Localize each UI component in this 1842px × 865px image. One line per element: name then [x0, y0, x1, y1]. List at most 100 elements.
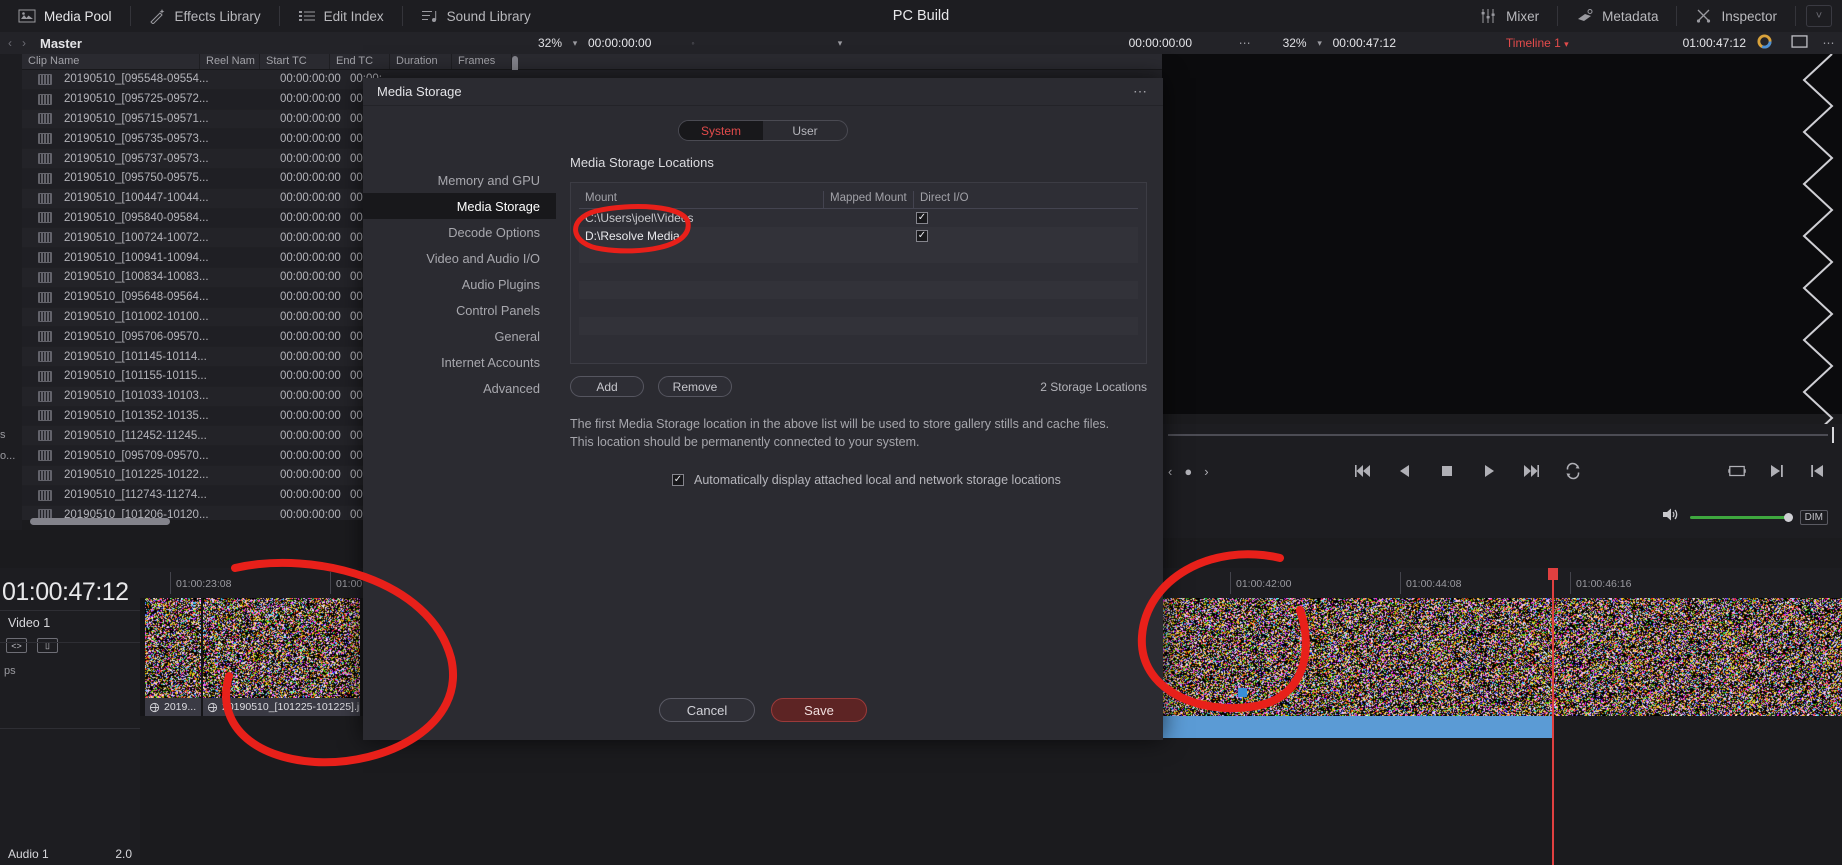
chevron-right-icon[interactable]: ›	[22, 36, 26, 50]
link-clips-icon[interactable]: <>	[6, 638, 27, 653]
jump-to-end-icon[interactable]	[1522, 462, 1540, 480]
column-header-duration[interactable]: Duration	[390, 54, 452, 69]
timeline-name[interactable]: Timeline 1 ▾	[1429, 36, 1646, 50]
fullscreen-icon[interactable]	[1782, 35, 1816, 51]
speaker-icon[interactable]	[1662, 507, 1680, 527]
timeline-timecode-right[interactable]: 01:00:47:12	[1646, 36, 1746, 50]
cell-start-tc: 00:00:00:00	[280, 330, 341, 343]
remove-storage-button[interactable]: Remove	[658, 376, 732, 397]
timeline-clip[interactable]: 2019...	[145, 598, 201, 716]
marker-dot-icon[interactable]: ●	[1184, 464, 1192, 479]
chevron-right-icon[interactable]: ›	[1204, 464, 1208, 479]
timeline-name-label: Timeline 1	[1505, 36, 1561, 50]
play-icon[interactable]	[1480, 462, 1498, 480]
filmstrip-icon[interactable]: ▯	[37, 638, 58, 653]
nav-item-audio-plugins[interactable]: Audio Plugins	[363, 271, 556, 297]
color-wheel-icon[interactable]	[1746, 34, 1782, 52]
timeline-viewer[interactable]	[1162, 54, 1842, 497]
storage-locations-table[interactable]: Mount Mapped Mount Direct I/O C:\Users\j…	[570, 182, 1147, 364]
timeline-timecode[interactable]: 00:00:47:12	[1333, 36, 1429, 50]
nav-item-video-and-audio-io[interactable]: Video and Audio I/O	[363, 245, 556, 271]
table-row-empty	[579, 299, 1138, 317]
media-storage-dialog[interactable]: Media Storage ⋯ System User Memory and G…	[363, 78, 1163, 740]
cell-start-tc: 00:00:00:00	[280, 172, 341, 185]
cell-start-tc: 00:00:00:00	[280, 390, 341, 403]
filmstrip-icon	[38, 410, 52, 422]
save-button[interactable]: Save	[771, 698, 867, 722]
ellipsis-icon[interactable]: ⋯	[1133, 83, 1149, 100]
timeline-playhead-flag[interactable]	[1548, 568, 1558, 580]
source-clip-dropdown[interactable]: ▾	[706, 38, 974, 49]
filmstrip-icon	[38, 172, 52, 184]
next-clip-icon[interactable]	[1768, 462, 1786, 480]
ellipsis-icon[interactable]: ⋯	[1229, 36, 1263, 50]
auto-display-checkbox[interactable]: ✓	[672, 474, 684, 487]
direct-io-checkbox[interactable]: ✓	[916, 212, 928, 224]
column-header-direct-io[interactable]: Direct I/O	[914, 191, 1138, 208]
fit-screen-icon[interactable]	[1728, 462, 1746, 480]
chevron-left-icon[interactable]: ‹	[1168, 464, 1172, 479]
prev-clip-icon[interactable]	[1808, 462, 1826, 480]
timeline-playhead[interactable]	[1552, 568, 1554, 865]
nav-item-control-panels[interactable]: Control Panels	[363, 297, 556, 323]
chevron-left-icon[interactable]: ‹	[8, 36, 12, 50]
timeline-clip[interactable]	[1162, 598, 1842, 716]
timeline-keyframe-marker[interactable]	[1238, 688, 1247, 697]
ellipsis-icon[interactable]: ⋯	[1816, 36, 1842, 50]
column-header-frames[interactable]: Frames	[452, 54, 512, 69]
volume-slider-knob[interactable]	[1783, 512, 1793, 522]
dialog-titlebar: Media Storage ⋯	[363, 78, 1163, 106]
cell-clip-name: 20190510_[112452-11245...	[64, 429, 207, 442]
table-row[interactable]: C:\Users\joel\Videos ✓	[579, 209, 1138, 227]
timeline-audio-clip[interactable]	[1162, 716, 1554, 738]
stop-icon[interactable]	[1438, 462, 1456, 480]
auto-display-row[interactable]: ✓ Automatically display attached local a…	[570, 473, 1147, 487]
nav-item-media-storage[interactable]: Media Storage	[363, 193, 556, 219]
scrubber-playhead[interactable]	[1832, 427, 1834, 443]
source-timecode-right[interactable]: 00:00:00:00	[1129, 36, 1229, 50]
audio-track-header[interactable]: Audio 1 2.0	[0, 847, 140, 861]
nav-item-general[interactable]: General	[363, 323, 556, 349]
source-zoom-value[interactable]: 32%	[518, 36, 562, 50]
source-timecode[interactable]: 00:00:00:00	[588, 36, 680, 50]
nav-item-internet-accounts[interactable]: Internet Accounts	[363, 349, 556, 375]
filmstrip-icon	[38, 469, 52, 481]
cell-clip-name: 20190510_[095735-09573...	[64, 132, 209, 145]
cell-start-tc: 00:00:00:00	[280, 370, 341, 383]
timeline-clip[interactable]: 20190510_[101225-101225].jpg	[203, 598, 360, 716]
nav-item-memory-and-gpu[interactable]: Memory and GPU	[363, 167, 556, 193]
chevron-down-icon[interactable]: ▾	[562, 38, 588, 49]
timeline-fps-label: ps	[4, 665, 16, 677]
column-header-mount[interactable]: Mount	[579, 191, 824, 208]
storage-actions: Add Remove 2 Storage Locations	[570, 376, 1147, 397]
nav-item-decode-options[interactable]: Decode Options	[363, 219, 556, 245]
direct-io-checkbox[interactable]: ✓	[916, 230, 928, 242]
column-header-clip-name[interactable]: Clip Name	[22, 54, 200, 69]
filmstrip-icon	[38, 93, 52, 105]
column-header-end-tc[interactable]: End TC	[330, 54, 390, 69]
column-header-reel-name[interactable]: Reel Nam	[200, 54, 260, 69]
tab-system[interactable]: System	[679, 121, 763, 140]
chevron-down-icon[interactable]: ▾	[1307, 38, 1333, 49]
viewer-scrubber[interactable]	[1162, 424, 1842, 446]
add-storage-button[interactable]: Add	[570, 376, 644, 397]
jump-to-start-icon[interactable]	[1354, 462, 1372, 480]
column-header-start-tc[interactable]: Start TC	[260, 54, 330, 69]
cancel-button[interactable]: Cancel	[659, 698, 755, 722]
loop-icon[interactable]	[1564, 462, 1582, 480]
clip-thumbnail	[1162, 598, 1842, 716]
table-row-empty	[579, 245, 1138, 263]
nav-item-advanced[interactable]: Advanced	[363, 375, 556, 401]
volume-slider[interactable]	[1689, 512, 1793, 522]
storage-note: The first Media Storage location in the …	[570, 417, 1110, 450]
table-row[interactable]: D:\Resolve Media ✓	[579, 227, 1138, 245]
play-reverse-icon[interactable]	[1396, 462, 1414, 480]
column-header-mapped-mount[interactable]: Mapped Mount	[824, 191, 914, 208]
cell-start-tc: 00:00:00:00	[280, 429, 341, 442]
clip-label: 20190510_[101225-101225].jpg	[203, 698, 360, 716]
cell-start-tc: 00:00:00:00	[280, 73, 341, 86]
clip-label: 2019...	[145, 698, 201, 716]
dim-button[interactable]: DIM	[1799, 509, 1828, 525]
tab-user[interactable]: User	[763, 121, 847, 140]
timeline-zoom-value[interactable]: 32%	[1263, 36, 1307, 50]
